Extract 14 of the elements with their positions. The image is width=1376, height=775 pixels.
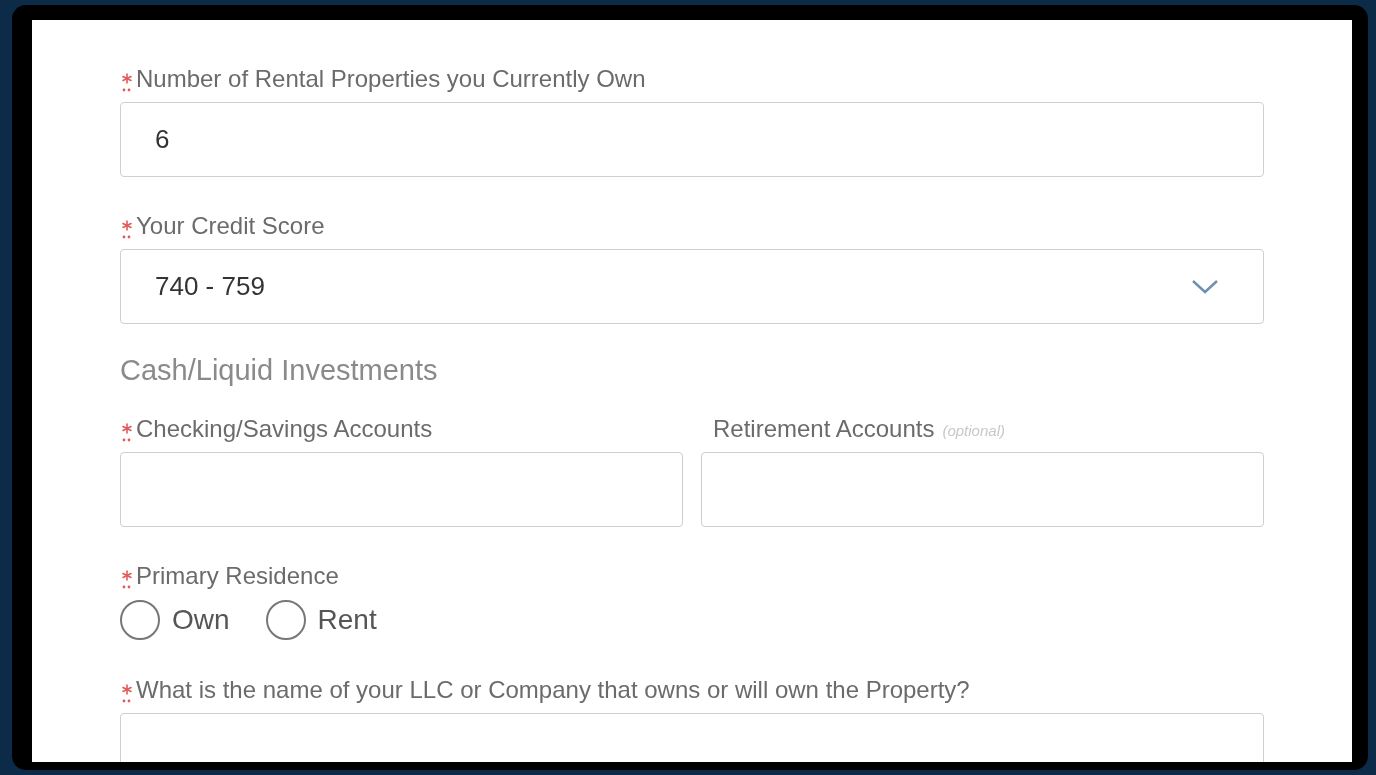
field-label: Checking/Savings Accounts	[136, 414, 433, 444]
field-label: Your Credit Score	[136, 211, 325, 241]
radio-label[interactable]: Own	[172, 599, 230, 641]
dropdown-field[interactable]: 740 - 759	[120, 249, 1264, 324]
chevron-down-icon	[1191, 278, 1219, 295]
field-label: Retirement Accounts	[713, 414, 935, 444]
radio-label[interactable]: Rent	[317, 599, 377, 641]
section-heading: Cash/Liquid Investments	[120, 353, 439, 388]
radio-button[interactable]	[120, 600, 160, 640]
field-label: What is the name of your LLC or Company that owns or will own the Property?	[136, 675, 970, 705]
text-field[interactable]: 6	[120, 102, 1264, 177]
field-label: Primary Residence	[136, 561, 339, 591]
field-label: Number of Rental Properties you Currently Own	[136, 64, 646, 94]
radio-button[interactable]	[265, 600, 306, 640]
